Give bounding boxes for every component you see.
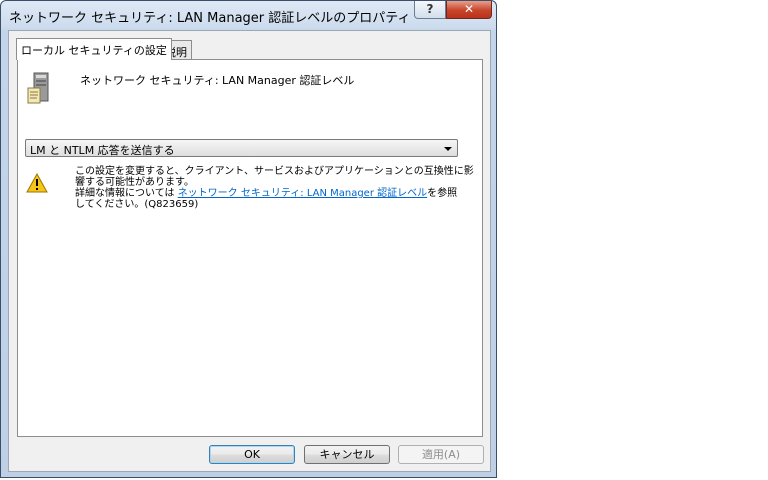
close-button[interactable]: ✕ bbox=[446, 1, 492, 19]
close-icon: ✕ bbox=[463, 2, 475, 16]
warning-icon bbox=[26, 173, 48, 193]
help-icon: ? bbox=[426, 2, 434, 16]
help-button[interactable]: ? bbox=[414, 1, 446, 19]
apply-button[interactable]: 適用(A) bbox=[398, 445, 484, 464]
policy-help-link[interactable]: ネットワーク セキュリティ: LAN Manager 認証レベル bbox=[178, 188, 427, 199]
auth-level-dropdown[interactable]: LM と NTLM 応答を送信する bbox=[25, 139, 458, 157]
properties-dialog: ネットワーク セキュリティ: LAN Manager 認証レベルのプロパティ ?… bbox=[0, 0, 497, 478]
tab-local-security-setting[interactable]: ローカル セキュリティの設定 bbox=[16, 38, 172, 60]
tab-label: ローカル セキュリティの設定 bbox=[21, 44, 167, 57]
dropdown-selected-value: LM と NTLM 応答を送信する bbox=[30, 144, 175, 157]
warning-line-3-prefix: 詳細な情報については bbox=[75, 188, 178, 199]
cancel-button[interactable]: キャンセル bbox=[304, 445, 390, 464]
policy-name: ネットワーク セキュリティ: LAN Manager 認証レベル bbox=[80, 74, 355, 87]
server-icon bbox=[27, 72, 49, 104]
warning-line-2: 響する可能性があります。 bbox=[75, 177, 194, 188]
ok-button[interactable]: OK bbox=[209, 445, 295, 464]
warning-line-1: この設定を変更すると、クライアント、サービスおよびアプリケーションとの互換性に影 bbox=[75, 166, 474, 177]
window-title: ネットワーク セキュリティ: LAN Manager 認証レベルのプロパティ bbox=[9, 11, 411, 26]
title-bar[interactable]: ネットワーク セキュリティ: LAN Manager 認証レベルのプロパティ ?… bbox=[1, 1, 496, 29]
warning-line-4: してください。(Q823659) bbox=[75, 199, 199, 210]
warning-line-3: 詳細な情報については ネットワーク セキュリティ: LAN Manager 認証… bbox=[75, 188, 465, 199]
compatibility-warning: この設定を変更すると、クライアント、サービスおよびアプリケーションとの互換性に影… bbox=[75, 166, 474, 210]
tab-panel: ネットワーク セキュリティ: LAN Manager 認証レベル LM と NT… bbox=[17, 59, 483, 437]
dialog-client-area: ローカル セキュリティの設定 説明 ネットワーク セキュリティ: LAN Man… bbox=[8, 30, 491, 472]
warning-line-3-suffix: を参照 bbox=[427, 188, 458, 199]
chevron-down-icon[interactable] bbox=[444, 147, 452, 151]
